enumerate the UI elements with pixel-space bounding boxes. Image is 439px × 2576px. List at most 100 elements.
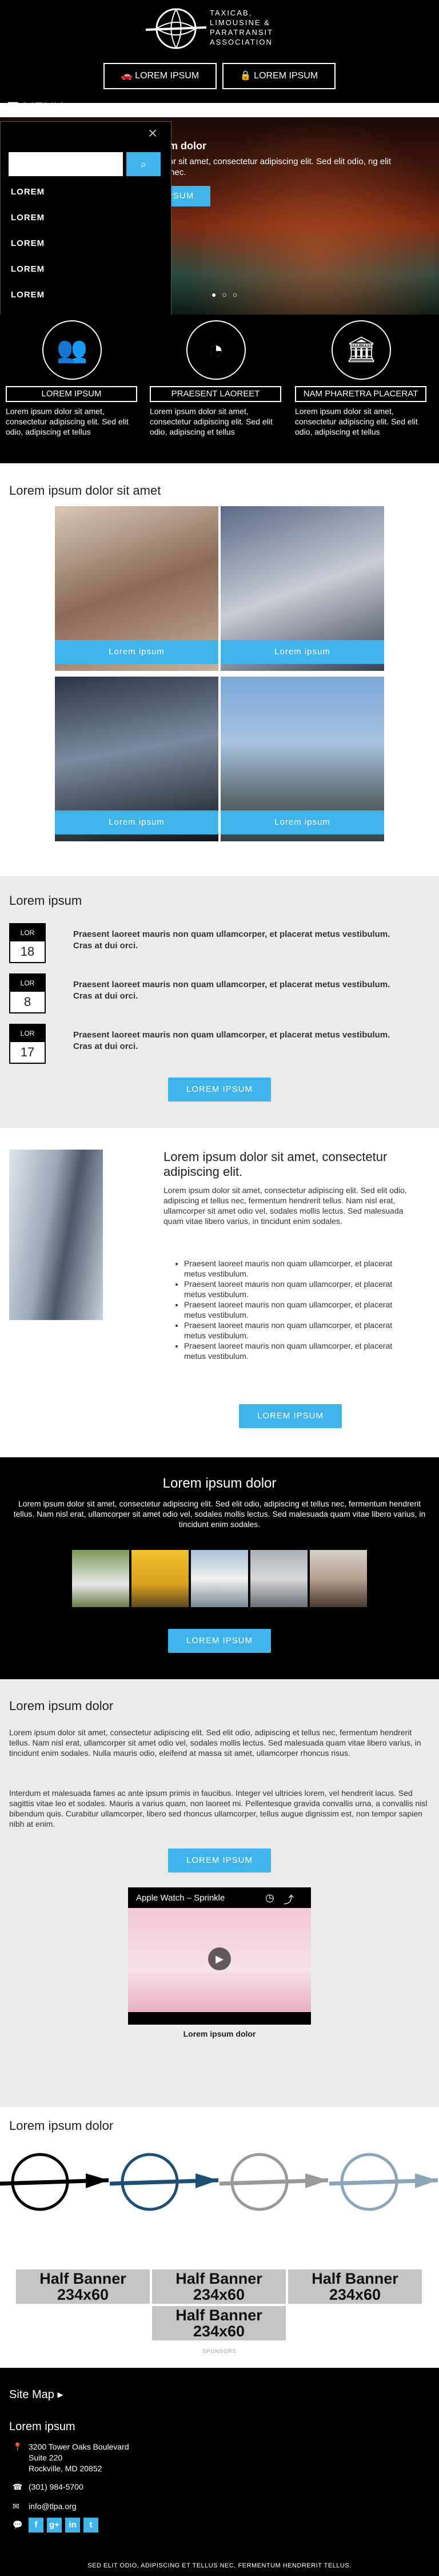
nav-item[interactable]: LOREM — [1, 256, 171, 282]
article-section: Lorem ipsum dolor Lorem ipsum dolor sit … — [0, 1679, 439, 2107]
feature-label[interactable]: NAM PHARETRA PLACERAT — [295, 386, 426, 402]
about-bullets: Praesent laoreet mauris non quam ullamco… — [184, 1258, 413, 1361]
search-icon: ⌕ — [140, 158, 147, 170]
event-date: LOR 17 — [9, 1024, 46, 1064]
sitemap-label: Site Map — [9, 2388, 54, 2401]
thumb[interactable] — [72, 1550, 129, 1607]
gallery-card[interactable]: Lorem ipsum — [221, 506, 384, 671]
nav-item[interactable]: LOREM — [1, 230, 171, 256]
event-item[interactable]: LOR 18 Praesent laoreet mauris non quam u… — [9, 923, 421, 965]
event-tag: LOR — [10, 975, 45, 992]
logo-line: PARATRANSIT — [210, 28, 274, 37]
half-banner[interactable]: Half Banner 234x60 — [152, 2269, 286, 2304]
facebook-icon[interactable]: f — [29, 2518, 43, 2533]
lock-icon: 🔒 — [240, 71, 254, 81]
gallery-card-label[interactable]: Lorem ipsum — [55, 810, 218, 834]
gallery-card-label[interactable]: Lorem ipsum — [221, 640, 384, 664]
thumb[interactable] — [310, 1550, 367, 1607]
logo[interactable]: TAXICAB, LIMOUSINE & PARATRANSIT ASSOCIA… — [146, 5, 300, 53]
site-header: TAXICAB, LIMOUSINE & PARATRANSIT ASSOCIA… — [0, 0, 439, 116]
half-banner[interactable]: Half Banner 234x60 — [288, 2269, 422, 2304]
footer-heading: Lorem ipsum — [9, 2420, 75, 2433]
linkedin-icon[interactable]: in — [65, 2518, 80, 2533]
video-player[interactable]: Apple Watch – Sprinkle ◷ ⤴ ▶ — [128, 1887, 311, 2025]
thumb[interactable] — [131, 1550, 189, 1607]
events-section: Lorem ipsum LOR 18 Praesent laoreet mauri… — [0, 876, 439, 1128]
clock-icon[interactable]: ◷ — [265, 1892, 274, 1904]
article-paragraph: Interdum et malesuada fames ac ante ipsu… — [9, 1788, 428, 1828]
search-input[interactable] — [9, 152, 123, 176]
event-text: Praesent laoreet mauris non quam ullamco… — [73, 929, 390, 951]
video-caption: Lorem ipsum dolor — [183, 2029, 256, 2038]
nav-item[interactable]: LOREM — [1, 282, 171, 308]
about-text: Lorem ipsum dolor sit amet, consectetur … — [163, 1186, 407, 1226]
nav-item[interactable]: LOREM — [1, 179, 171, 205]
gallery-card-label[interactable]: Lorem ipsum — [221, 810, 384, 834]
event-item[interactable]: LOR 8 Praesent laoreet mauris non quam ul… — [9, 973, 421, 1016]
logo-line: LIMOUSINE & — [210, 18, 270, 27]
menu-toggle[interactable]: ☰ MENU — [7, 101, 63, 116]
dark-section: Lorem ipsum dolor Lorem ipsum dolor sit … — [0, 1457, 439, 1679]
event-item[interactable]: LOR 17 Praesent laoreet mauris non quam u… — [9, 1024, 421, 1066]
bullet-item: Praesent laoreet mauris non quam ullamco… — [184, 1320, 413, 1341]
play-icon[interactable]: ▶ — [208, 1947, 231, 1970]
phone-number[interactable]: (301) 984-5700 — [29, 2482, 83, 2491]
nav-item[interactable]: LOREM — [1, 205, 171, 230]
gallery-title: Lorem ipsum dolor sit amet — [9, 483, 161, 498]
caret-right-icon: ▸ — [57, 2388, 63, 2401]
feature-label[interactable]: PRAESENT LAOREET — [150, 386, 281, 402]
search-button[interactable]: ⌕ — [126, 152, 161, 176]
thumb[interactable] — [250, 1550, 308, 1607]
event-date: LOR 8 — [9, 973, 46, 1013]
twitter-icon[interactable]: t — [83, 2518, 98, 2533]
car-icon: 🚗 — [121, 71, 135, 81]
logo-line: ASSOCIATION — [210, 38, 273, 46]
header-button-lock[interactable]: 🔒 LOREM IPSUM — [222, 63, 336, 89]
feature-text: Lorem ipsum dolor sit amet, consectetur … — [150, 407, 273, 436]
bullet-item: Praesent laoreet mauris non quam ullamco… — [184, 1279, 413, 1299]
logo-variant-light[interactable] — [329, 2150, 438, 2213]
bank-icon: 🏛 — [332, 320, 391, 380]
google-plus-icon[interactable]: g+ — [47, 2518, 62, 2533]
half-banner[interactable]: Half Banner 234x60 — [16, 2269, 150, 2304]
event-text: Praesent laoreet mauris non quam ullamco… — [73, 1030, 390, 1051]
event-text: Praesent laoreet mauris non quam ullamco… — [73, 980, 390, 1001]
address-line: 3200 Tower Oaks Boulevard — [29, 2442, 129, 2451]
banners-section: Half Banner 234x60 Half Banner 234x60 Ha… — [0, 2250, 439, 2368]
event-day: 8 — [23, 995, 31, 1009]
chat-icon: 💬 — [13, 2520, 23, 2529]
header-button-car[interactable]: 🚗 LOREM IPSUM — [103, 63, 217, 89]
half-banner[interactable]: Half Banner 234x60 — [152, 2306, 286, 2340]
gallery-card[interactable]: Lorem ipsum — [55, 506, 218, 671]
address-line: Suite 220 — [29, 2453, 63, 2462]
events-button[interactable]: LOREM IPSUM — [168, 1078, 271, 1102]
slider-dots[interactable]: ●○○ — [211, 290, 243, 299]
article-title: Lorem ipsum dolor — [9, 1699, 114, 1713]
sponsors-label: SPONSORS — [202, 2348, 237, 2354]
features-section: 👥 LOREM IPSUM Lorem ipsum dolor sit amet… — [0, 315, 439, 463]
about-button[interactable]: LOREM IPSUM — [239, 1404, 342, 1428]
nav-drawer: × ⌕ LOREM LOREM LOREM LOREM LOREM LOREM — [0, 121, 171, 343]
dark-button[interactable]: LOREM IPSUM — [168, 1629, 271, 1653]
logo-variant-black[interactable] — [0, 2150, 109, 2213]
event-tag: LOR — [10, 1025, 45, 1042]
bullet-item: Praesent laoreet mauris non quam ullamco… — [184, 1341, 413, 1361]
gallery-card[interactable]: Lorem ipsum — [55, 677, 218, 841]
bullet-item: Praesent laoreet mauris non quam ullamco… — [184, 1258, 413, 1279]
gallery-card[interactable]: Lorem ipsum — [221, 677, 384, 841]
gallery-card-label[interactable]: Lorem ipsum — [55, 640, 218, 664]
thumb[interactable] — [191, 1550, 248, 1607]
globe-logo-icon — [146, 8, 206, 49]
share-icon[interactable]: ⤴ — [284, 1892, 294, 1907]
logo-variant-blue[interactable] — [110, 2150, 218, 2213]
close-icon[interactable]: × — [148, 125, 157, 141]
event-date: LOR 18 — [9, 923, 46, 963]
email-icon: ✉ — [13, 2502, 19, 2511]
sitemap-link[interactable]: Site Map ▸ — [9, 2387, 63, 2402]
about-title: Lorem ipsum dolor sit amet, consectetur … — [163, 1150, 388, 1179]
logo-variant-gray[interactable] — [220, 2150, 328, 2213]
about-image — [9, 1150, 103, 1320]
article-button[interactable]: LOREM IPSUM — [168, 1848, 271, 1873]
feature-label[interactable]: LOREM IPSUM — [6, 386, 137, 402]
email-link[interactable]: info@tlpa.org — [29, 2502, 76, 2511]
